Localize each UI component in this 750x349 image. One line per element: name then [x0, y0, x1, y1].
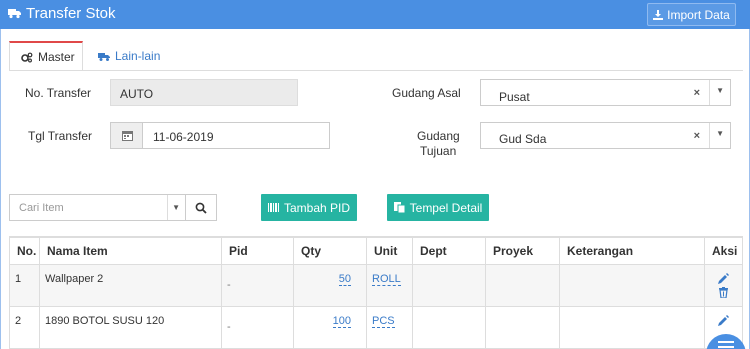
clear-icon[interactable]: × — [694, 87, 700, 99]
chevron-down-icon[interactable]: ▼ — [172, 203, 180, 212]
tgl-transfer-input[interactable]: 11-06-2019 — [142, 122, 330, 149]
tab-master-label: Master — [38, 50, 75, 64]
cell-keterangan[interactable] — [559, 263, 705, 307]
tab-lain-lain[interactable]: Lain-lain — [98, 41, 160, 71]
chevron-down-icon[interactable]: ▼ — [716, 86, 724, 95]
trash-icon[interactable] — [718, 286, 729, 298]
search-placeholder: Cari Item — [19, 202, 64, 214]
truck-icon — [98, 52, 110, 61]
column-header-unit: Unit — [366, 236, 413, 265]
search-item-select[interactable]: Cari Item ▼ — [9, 194, 186, 221]
page-title-text: Transfer Stok — [26, 5, 116, 22]
cell-pid[interactable]: - — [221, 305, 294, 349]
cell-unit[interactable]: PCS — [366, 305, 413, 349]
calendar-icon — [121, 131, 133, 141]
page-header: Transfer Stok Import Data — [0, 0, 750, 29]
gudang-asal-select[interactable]: Pusat × ▼ — [480, 79, 731, 106]
cell-keterangan[interactable] — [559, 305, 705, 349]
pencil-icon[interactable] — [718, 314, 729, 326]
truck-icon — [8, 9, 21, 19]
cell-proyek[interactable] — [485, 263, 560, 307]
page-title: Transfer Stok — [8, 5, 115, 22]
gudang-tujuan-value: Gud Sda — [499, 132, 547, 146]
barcode-icon — [267, 203, 279, 212]
search-button[interactable] — [185, 194, 217, 221]
column-header-proyek: Proyek — [485, 236, 560, 265]
table-row: 1 Wallpaper 2 - 50 ROLL — [9, 263, 743, 307]
gudang-tujuan-select[interactable]: Gud Sda × ▼ — [480, 122, 731, 149]
menu-line — [718, 346, 734, 348]
column-header-no: No. — [9, 236, 40, 265]
tab-master[interactable]: Master — [9, 41, 83, 71]
select-separator — [709, 80, 710, 105]
gudang-asal-label: Gudang Asal — [392, 86, 461, 100]
cell-pid[interactable]: - — [221, 263, 294, 307]
no-transfer-value: AUTO — [120, 87, 154, 101]
select-separator — [167, 195, 168, 220]
cell-no: 1 — [9, 263, 40, 307]
qty-editable[interactable]: 50 — [338, 273, 351, 286]
search-icon — [195, 202, 207, 214]
select-separator — [709, 123, 710, 148]
qty-editable[interactable]: 100 — [332, 315, 351, 328]
cell-nama-item: 1890 BOTOL SUSU 120 — [39, 305, 222, 349]
column-header-dept: Dept — [412, 236, 486, 265]
gudang-tujuan-label-line1: Gudang — [417, 129, 460, 143]
import-data-label: Import Data — [667, 7, 730, 22]
import-data-button[interactable]: Import Data — [647, 3, 736, 26]
cell-nama-item: Wallpaper 2 — [39, 263, 222, 307]
cell-unit[interactable]: ROLL — [366, 263, 413, 307]
paste-icon — [393, 202, 406, 213]
gudang-asal-value: Pusat — [499, 90, 530, 104]
gudang-tujuan-label-line2: Tujuan — [420, 144, 457, 158]
cell-qty[interactable]: 100 — [293, 305, 367, 349]
unit-editable[interactable]: PCS — [372, 315, 395, 328]
cell-dept[interactable] — [412, 263, 486, 307]
tgl-transfer-value: 11-06-2019 — [153, 130, 214, 144]
cell-dept[interactable] — [412, 305, 486, 349]
column-header-keterangan: Keterangan — [559, 236, 705, 265]
tempel-detail-label: Tempel Detail — [409, 200, 483, 215]
detail-table: No. Nama Item Pid Qty Unit Dept Proyek K… — [9, 236, 743, 349]
column-header-pid: Pid — [221, 236, 294, 265]
menu-line — [718, 341, 734, 343]
tab-lain-lain-label: Lain-lain — [115, 49, 161, 63]
cell-aksi — [704, 263, 743, 307]
cell-proyek[interactable] — [485, 305, 560, 349]
pid-value: - — [227, 278, 231, 291]
chevron-down-icon[interactable]: ▼ — [716, 129, 724, 138]
pid-value: - — [227, 320, 231, 333]
pencil-icon[interactable] — [718, 272, 729, 284]
tab-divider — [9, 70, 743, 71]
column-header-nama-item: Nama Item — [39, 236, 222, 265]
clear-icon[interactable]: × — [694, 130, 700, 142]
no-transfer-label: No. Transfer — [25, 86, 92, 100]
table-header-row: No. Nama Item Pid Qty Unit Dept Proyek K… — [9, 236, 743, 265]
tempel-detail-button[interactable]: Tempel Detail — [387, 194, 489, 221]
tambah-pid-button[interactable]: Tambah PID — [261, 194, 357, 221]
download-icon — [653, 9, 664, 20]
calendar-addon[interactable] — [110, 122, 143, 149]
cell-no: 2 — [9, 305, 40, 349]
tambah-pid-label: Tambah PID — [283, 200, 351, 215]
column-header-aksi: Aksi — [704, 236, 743, 265]
cell-qty[interactable]: 50 — [293, 263, 367, 307]
tgl-transfer-label: Tgl Transfer — [28, 129, 93, 143]
cogs-icon — [21, 52, 33, 62]
no-transfer-field: AUTO — [110, 79, 298, 106]
table-row: 2 1890 BOTOL SUSU 120 - 100 PCS — [9, 305, 743, 349]
unit-editable[interactable]: ROLL — [372, 273, 401, 286]
column-header-qty: Qty — [293, 236, 367, 265]
